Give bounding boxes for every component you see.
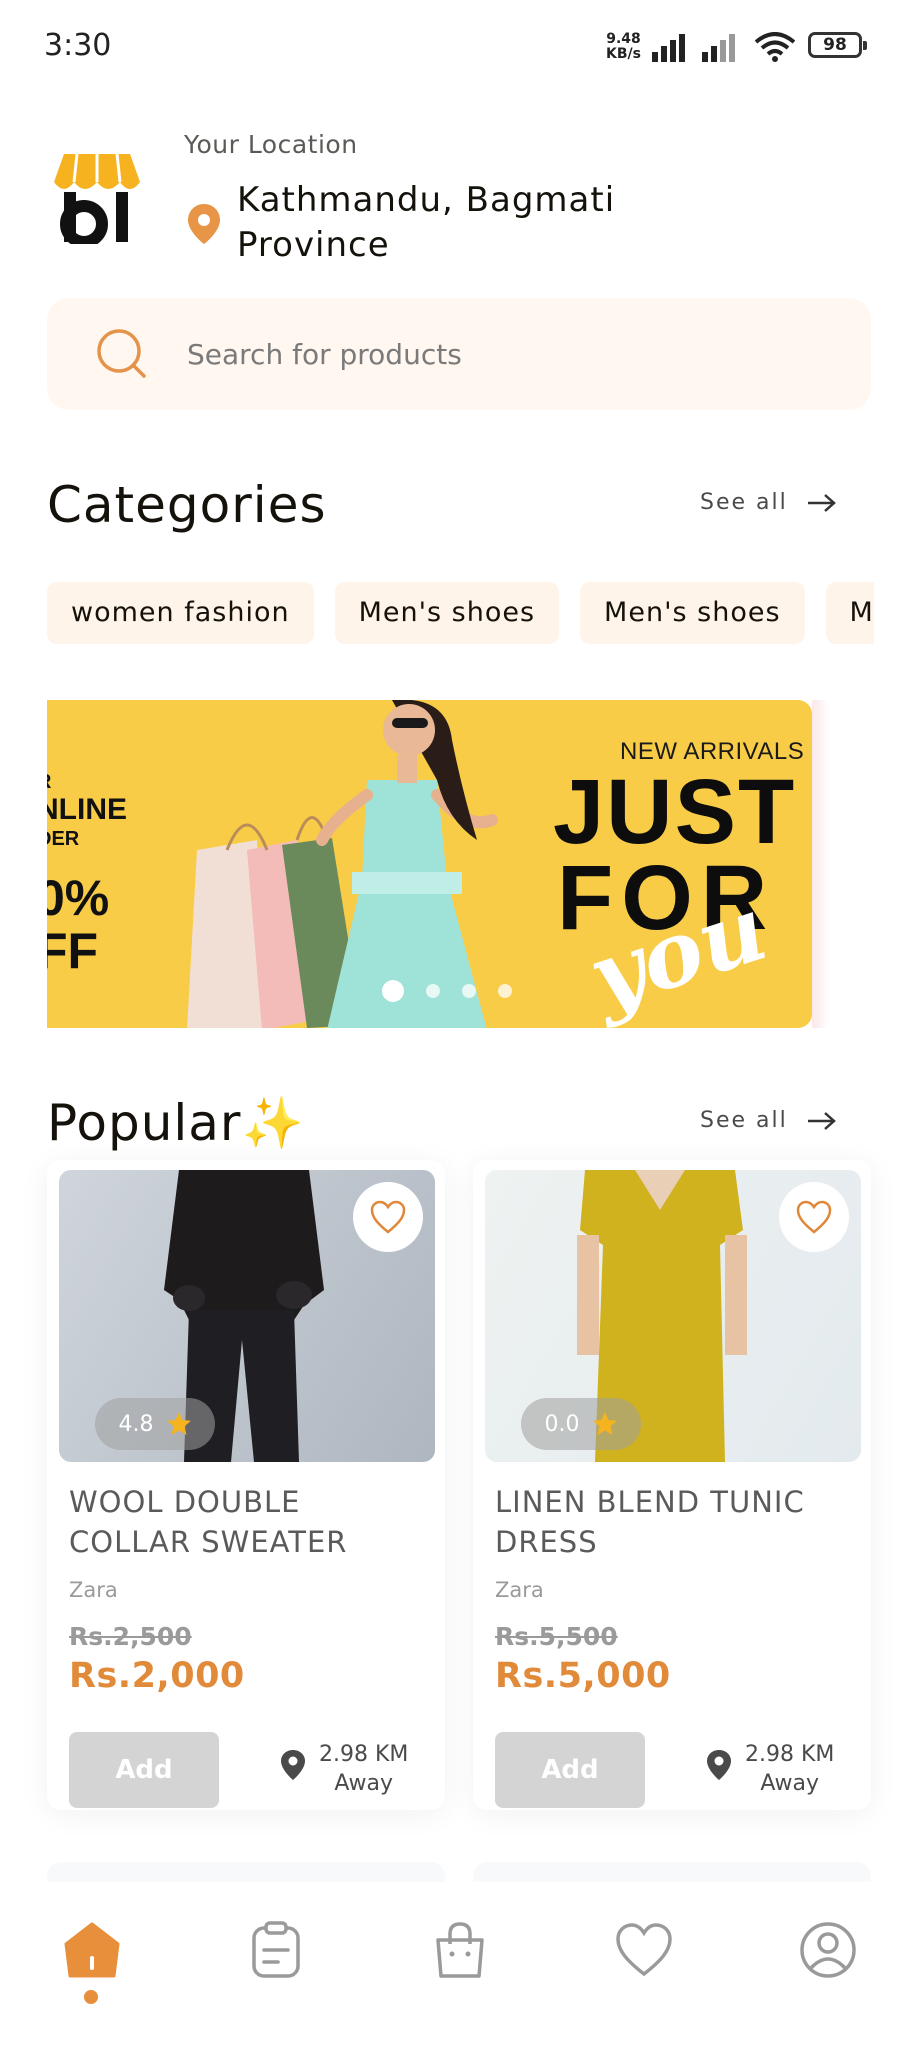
- wishlist-button[interactable]: [353, 1182, 423, 1252]
- product-old-price: Rs.2,500: [69, 1622, 192, 1651]
- product-card[interactable]: 4.8 WOOL DOUBLE COLLAR SWEATER Zara Rs.2…: [47, 1160, 445, 1810]
- product-card[interactable]: 0.0 LINEN BLEND TUNIC DRESS Zara Rs.5,50…: [473, 1160, 871, 1810]
- search-bar[interactable]: [47, 298, 871, 410]
- bag-icon: [436, 1922, 484, 1978]
- status-bar: 3:30 9.48 KB/s 98: [0, 0, 921, 92]
- star-icon: [592, 1412, 617, 1435]
- category-chip[interactable]: Men's shoes: [580, 582, 805, 644]
- location-pin-icon: [707, 1750, 731, 1780]
- battery-indicator: 98: [808, 32, 867, 58]
- categories-see-all-button[interactable]: See all: [700, 490, 838, 515]
- banner-text-line: R: [47, 770, 127, 794]
- rating-value: 4.8: [118, 1411, 154, 1437]
- profile-icon: [800, 1922, 856, 1978]
- distance-label: Away: [334, 1771, 394, 1796]
- banner-text-line: NLINE: [47, 793, 127, 826]
- signal-icon-2: [702, 34, 735, 62]
- search-icon: [97, 329, 146, 378]
- bottom-navigation: [0, 1882, 921, 2048]
- wishlist-button[interactable]: [779, 1182, 849, 1252]
- promo-banner[interactable]: R NLINE DER 0% FF NEW ARRIVALS JUST FOR …: [47, 700, 812, 1028]
- network-speed: 9.48 KB/s: [606, 32, 641, 62]
- nav-profile[interactable]: [796, 1918, 860, 1982]
- carousel-dot[interactable]: [426, 984, 440, 998]
- distance-value: 2.98 KM: [319, 1742, 409, 1767]
- network-speed-value: 9.48: [606, 31, 641, 47]
- rating-badge: 4.8: [95, 1398, 215, 1450]
- banner-text-line: 0%: [47, 870, 110, 926]
- nav-home[interactable]: [60, 1918, 124, 1982]
- categories-title: Categories: [47, 476, 327, 534]
- nav-wishlist[interactable]: [612, 1918, 676, 1982]
- see-all-label: See all: [700, 490, 788, 515]
- banner-left-text: R NLINE DER 0% FF: [47, 770, 127, 976]
- popular-title: Popular✨: [47, 1094, 305, 1153]
- product-price: Rs.5,000: [495, 1656, 671, 1696]
- add-to-cart-button[interactable]: Add: [495, 1732, 645, 1808]
- heart-icon: [370, 1200, 406, 1234]
- product-brand: Zara: [495, 1578, 544, 1602]
- product-name: LINEN BLEND TUNIC DRESS: [495, 1485, 805, 1559]
- carousel-dots: [382, 980, 512, 1002]
- arrow-right-icon: [807, 493, 836, 512]
- product-old-price: Rs.5,500: [495, 1622, 618, 1651]
- distance-label: Away: [760, 1771, 820, 1796]
- carousel-dot-active[interactable]: [382, 980, 404, 1002]
- add-to-cart-button[interactable]: Add: [69, 1732, 219, 1808]
- heart-icon: [796, 1200, 832, 1234]
- next-banner-peek: [812, 700, 830, 1028]
- category-chip[interactable]: Me: [825, 582, 874, 644]
- location-pin-icon: [281, 1750, 305, 1780]
- heart-icon: [616, 1923, 672, 1977]
- product-name: WOOL DOUBLE COLLAR SWEATER: [69, 1485, 348, 1559]
- location-label: Your Location: [184, 130, 358, 159]
- home-icon: [64, 1922, 120, 1978]
- popular-see-all-button[interactable]: See all: [700, 1108, 838, 1133]
- product-price: Rs.2,000: [69, 1656, 245, 1696]
- signal-icon: [652, 34, 685, 62]
- nav-active-indicator: [84, 1990, 98, 2004]
- orders-icon: [252, 1921, 300, 1978]
- sparkles-icon: ✨: [241, 1094, 305, 1152]
- nav-cart[interactable]: [428, 1918, 492, 1982]
- rating-value: 0.0: [544, 1411, 580, 1437]
- carousel-dot[interactable]: [498, 984, 512, 998]
- category-chip[interactable]: women fashion: [47, 582, 314, 644]
- wifi-icon: [754, 32, 796, 62]
- product-brand: Zara: [69, 1578, 118, 1602]
- nav-orders[interactable]: [244, 1918, 308, 1982]
- see-all-label: See all: [700, 1108, 788, 1133]
- search-input[interactable]: [187, 328, 827, 380]
- star-icon: [166, 1412, 191, 1435]
- rating-badge: 0.0: [521, 1398, 641, 1450]
- banner-text-line: FF: [47, 923, 99, 979]
- store-logo: [54, 153, 140, 244]
- category-chips: women fashion Men's shoes Men's shoes Me: [47, 582, 874, 644]
- banner-headline-just: JUST: [553, 761, 797, 863]
- product-distance: 2.98 KM Away: [319, 1740, 408, 1798]
- status-time: 3:30: [44, 28, 112, 63]
- distance-value: 2.98 KM: [745, 1742, 835, 1767]
- location-value[interactable]: Kathmandu, Bagmati Province: [237, 178, 707, 268]
- category-chip[interactable]: Men's shoes: [334, 582, 560, 644]
- arrow-right-icon: [807, 1111, 836, 1130]
- location-pin-icon: [188, 204, 220, 244]
- product-distance: 2.98 KM Away: [745, 1740, 834, 1798]
- carousel-dot[interactable]: [462, 984, 476, 998]
- network-speed-unit: KB/s: [606, 46, 641, 62]
- banner-text-line: DER: [47, 828, 80, 850]
- banner-model-image: [187, 700, 498, 1028]
- popular-title-text: Popular: [47, 1094, 242, 1152]
